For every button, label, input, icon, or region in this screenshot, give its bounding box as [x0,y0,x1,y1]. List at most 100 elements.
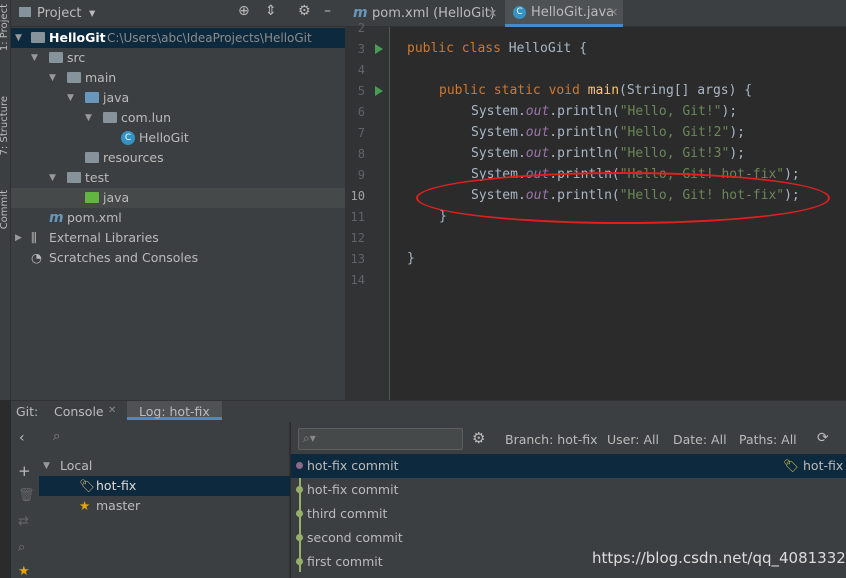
line-number: 5 [357,84,365,98]
expand-arrow-icon[interactable]: ▼ [85,108,92,128]
code-out: out [525,104,550,119]
tree-item-label: com.lun [121,110,171,125]
expand-arrow-icon[interactable]: ▼ [15,28,22,48]
project-icon [19,7,31,17]
close-icon[interactable]: ✕ [609,0,618,26]
star-icon: ★ [79,498,91,513]
tag-icon: 🏷 [79,478,95,493]
user-filter[interactable]: User: All [607,432,659,447]
tree-item-external-libraries[interactable]: ▶ ⫼ External Libraries [11,228,345,248]
library-icon: ⫼ [31,230,37,245]
source-folder-icon [85,92,99,103]
code-out: out [525,125,550,140]
tree-item-src[interactable]: ▼ src [11,48,345,68]
refresh-icon[interactable]: ⟳ [817,430,829,446]
log-actions-strip: ‹ + 🗑 ⇄ ⌕ ★ [11,422,39,578]
keyword: public class [407,41,501,56]
commit-row[interactable]: third commit [291,502,846,526]
expand-arrow-icon[interactable]: ▶ [15,228,22,248]
log-search-input[interactable]: ⌕▾ [298,428,463,450]
tree-item-resources[interactable]: resources [11,148,345,168]
tree-item-label: src [67,50,86,65]
tree-item-com-lun[interactable]: ▼ com.lun [11,108,345,128]
tab-hellogit-java[interactable]: C HelloGit.java ✕ [505,0,623,27]
code-system: System. [471,125,526,140]
minimize-icon[interactable]: – [324,3,331,19]
branch-group-local[interactable]: ▼ Local [39,456,290,476]
add-icon[interactable]: + [18,462,31,480]
branch-item-master[interactable]: ★ master [39,496,290,516]
code-line-13: } [407,251,415,266]
tree-item-label: main [85,70,117,85]
tab-pom-xml[interactable]: m pom.xml (HelloGit) ✕ [345,0,503,27]
commit-message: third commit [307,506,388,521]
tree-item-main[interactable]: ▼ main [11,68,345,88]
class-name: HelloGit { [500,41,588,56]
tree-item-hellogit-project[interactable]: ▼ HelloGit C:\Users\abc\IdeaProjects\Hel… [11,28,345,48]
expand-arrow-icon[interactable]: ▼ [43,456,50,476]
close-icon[interactable]: ✕ [488,0,497,27]
run-main-icon[interactable] [375,86,383,96]
branch-item-hot-fix[interactable]: 🏷 hot-fix [39,476,290,496]
code-line-5: public static void main(String[] args) { [439,80,752,101]
method-name: main [587,83,620,98]
paths-filter[interactable]: Paths: All [739,432,797,447]
close-icon[interactable]: ✕ [108,405,116,416]
tree-item-test[interactable]: ▼ test [11,168,345,188]
line-number: 13 [350,252,365,266]
delete-icon[interactable]: 🗑 [18,488,35,503]
search-icon: ⌕▾ [303,431,316,445]
commit-row[interactable]: hot-fix commit 🏷 hot-fix [291,454,846,478]
project-panel-header: Project ▾ ⊕ ⇕ ⚙ – [11,0,345,27]
commit-node [296,510,303,517]
commit-message: first commit [307,554,383,569]
red-annotation-ellipse [416,172,830,224]
expand-arrow-icon[interactable]: ▼ [31,48,38,68]
code-line-7: System.out.println("Hello, Git!2"); [471,122,745,143]
run-class-icon[interactable] [375,44,383,54]
chevron-down-icon[interactable]: ▾ [89,5,95,20]
expand-arrow-icon[interactable]: ▼ [67,88,74,108]
branch-filter[interactable]: Branch: hot-fix [505,432,598,447]
tab-console[interactable]: Console [54,404,104,419]
line-number: 11 [350,210,365,224]
project-view-title[interactable]: Project [37,6,81,21]
locate-icon[interactable]: ⊕ [238,3,250,19]
tree-item-java[interactable]: ▼ java [11,88,345,108]
tree-item-pom[interactable]: m pom.xml [11,208,345,228]
maven-icon: m [49,210,64,226]
tree-item-label: External Libraries [49,230,159,245]
tree-item-label: java [103,90,130,105]
tree-item-hellogit-class[interactable]: C HelloGit [11,128,345,148]
structure-tool-tab[interactable]: 7: Structure [0,96,10,155]
commit-tool-tab[interactable]: Commit [0,190,10,229]
method-params: (String[] args) { [619,83,753,98]
expand-arrow-icon[interactable]: ▼ [49,168,56,188]
commit-row[interactable]: second commit [291,526,846,550]
tree-item-label: java [103,190,130,205]
code-line-3: public class HelloGit { [407,38,587,59]
chevron-left-icon[interactable]: ‹ [19,430,25,446]
tree-item-test-java[interactable]: java [11,188,345,208]
gear-icon[interactable]: ⚙ [472,429,485,447]
tab-log-hot-fix[interactable]: Log: hot-fix [127,401,222,420]
commit-message: hot-fix commit [307,482,399,497]
project-tool-tab[interactable]: 1: Project [0,4,10,51]
merge-icon[interactable]: ⇄ [18,514,29,529]
line-number: 7 [357,126,365,140]
tab-label: HelloGit.java [531,5,615,20]
tree-item-scratches[interactable]: ◔ Scratches and Consoles [11,248,345,268]
collapse-all-icon[interactable]: ⇕ [265,3,277,19]
code-line-8: System.out.println("Hello, Git!3"); [471,143,745,164]
code-end: ); [729,125,745,140]
gear-icon[interactable]: ⚙ [298,3,311,19]
date-filter[interactable]: Date: All [673,432,727,447]
line-number: 3 [357,42,365,56]
search-icon[interactable]: ⌕ [18,540,25,555]
tree-item-label: HelloGit [139,130,189,145]
tree-item-label: test [85,170,110,185]
expand-arrow-icon[interactable]: ▼ [49,68,56,88]
commit-row[interactable]: hot-fix commit [291,478,846,502]
star-icon[interactable]: ★ [18,564,30,578]
branch-search-input[interactable]: ⌕ [43,428,283,448]
